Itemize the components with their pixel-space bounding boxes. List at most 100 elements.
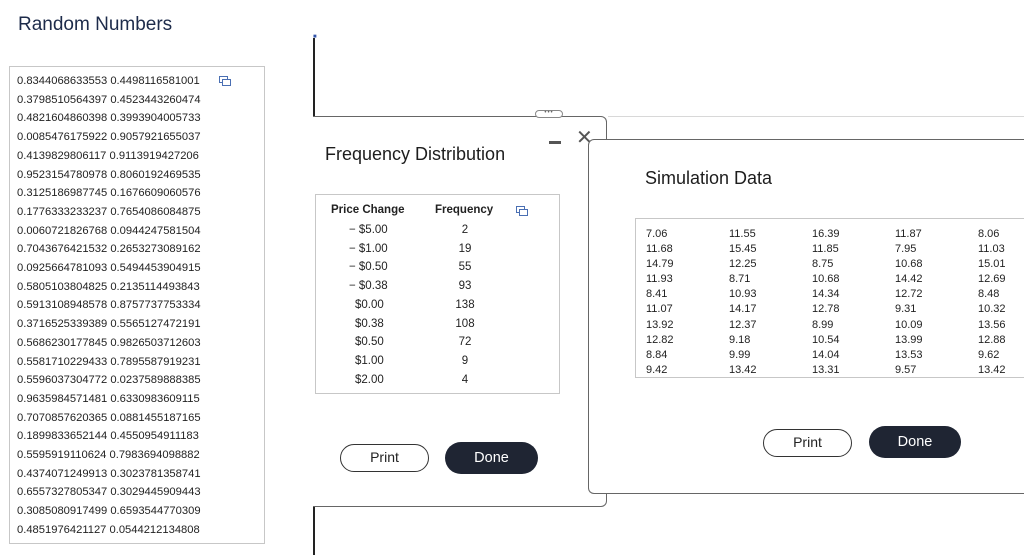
simulation-value: 11.87 (895, 228, 922, 240)
frequency-cell: 72 (458, 336, 472, 349)
frequency-cell: 9 (461, 354, 469, 367)
random-number-row: 0.5805103804825 0.2135114493843 (17, 280, 200, 293)
simulation-value: 14.42 (895, 273, 923, 286)
simulation-value: 14.17 (729, 303, 757, 316)
frequency-cell: 4 (461, 373, 469, 386)
simulation-value: 13.31 (812, 363, 840, 376)
random-number-row: 0.5581710229433 0.7895587919231 (17, 355, 201, 368)
simulation-value: 10.32 (978, 303, 1006, 316)
random-number-row: 0.0925664781093 0.5494453904915 (17, 262, 201, 274)
simulation-value: 7.06 (646, 228, 668, 240)
random-number-row: 0.3085080917499 0.6593544770309 (17, 505, 201, 518)
price-change-cell: $0.00 (355, 298, 384, 311)
print-button[interactable]: Print (763, 429, 852, 457)
simulation-column: 11.87 7.95 10.68 14.42 12.72 9.31 10.09 13.99 13… (895, 227, 923, 378)
simulation-value: 8.99 (812, 318, 834, 331)
simulation-value: 13.99 (895, 333, 923, 346)
simulation-value: 11.55 (729, 228, 756, 240)
simulation-value: 16.39 (812, 228, 840, 240)
random-number-row: 0.1776333233237 0.7654086084875 (17, 205, 201, 218)
simulation-value: 14.79 (646, 258, 674, 271)
random-number-row: 0.4374071249913 0.3023781358741 (17, 467, 201, 480)
random-number-row: 0.0085476175922 0.9057921655037 (17, 131, 201, 144)
copy-icon[interactable] (219, 76, 231, 86)
price-change-cell: − $5.00 (349, 224, 388, 236)
random-number-row: 0.4821604860398 0.3993904005733 (17, 112, 201, 125)
simulation-value: 13.56 (978, 318, 1006, 331)
copy-icon[interactable] (516, 206, 528, 216)
random-number-row: 0.0060721826768 0.0944247581504 (17, 224, 201, 237)
random-number-row: 0.5686230177845 0.9826503712603 (17, 336, 201, 349)
simulation-value: 15.01 (978, 258, 1006, 271)
simulation-value: 8.75 (812, 258, 834, 271)
simulation-value: 12.37 (729, 318, 757, 331)
simulation-value: 8.84 (646, 348, 668, 361)
price-change-cell: − $0.38 (349, 280, 388, 293)
random-number-row: 0.7070857620365 0.0881455187165 (17, 411, 201, 424)
frequency-window-title: Frequency Distribution (325, 144, 506, 164)
random-number-row: 0.5595919110624 0.7983694098882 (17, 449, 200, 461)
print-button[interactable]: Print (340, 444, 429, 472)
price-change-cell: $1.00 (355, 354, 384, 367)
random-number-row: 0.7043676421532 0.2653273089162 (17, 243, 201, 256)
simulation-value: 7.95 (895, 243, 917, 256)
frequency-cell: 93 (458, 280, 472, 293)
simulation-value: 9.62 (978, 348, 1000, 361)
simulation-column: 11.55 15.45 12.25 8.71 10.93 14.17 12.37 9.18 9.… (729, 227, 757, 378)
simulation-value: 14.04 (812, 348, 840, 361)
simulation-value: 9.31 (895, 303, 917, 316)
random-numbers-panel: 0.8344068633553 0.4498116581001 0.3798510… (9, 66, 265, 544)
simulation-value: 13.42 (729, 363, 757, 376)
simulation-value: 10.09 (895, 318, 923, 331)
simulation-value: 11.85 (812, 243, 839, 256)
random-number-row: 0.9635984571481 0.6330983609115 (17, 392, 200, 405)
minimize-icon[interactable] (549, 141, 561, 144)
simulation-value: 10.68 (895, 258, 923, 271)
simulation-value: 10.68 (812, 273, 840, 286)
price-change-cell: − $0.50 (349, 261, 388, 274)
simulation-value: 8.41 (646, 288, 668, 301)
simulation-value: 10.54 (812, 333, 840, 346)
simulation-value: 8.48 (978, 288, 1000, 301)
random-number-row: 0.3125186987745 0.1676609060576 (17, 187, 201, 200)
random-number-row: 0.6557327805347 0.3029445909443 (17, 486, 201, 499)
price-change-header: Price Change (331, 204, 405, 216)
simulation-value: 9.99 (729, 348, 751, 361)
simulation-value: 11.68 (646, 243, 673, 256)
divider-marker-icon: ■ (313, 34, 317, 40)
frequency-cell: 19 (458, 242, 472, 255)
simulation-value: 11.07 (646, 303, 673, 316)
simulation-value: 9.42 (646, 363, 668, 376)
simulation-value: 12.72 (895, 288, 923, 301)
faint-divider (608, 116, 1024, 117)
frequency-cell: 108 (455, 317, 475, 330)
price-change-cell: $2.00 (355, 373, 384, 386)
page-title: Random Numbers (18, 14, 173, 35)
frequency-cell: 138 (455, 298, 475, 311)
done-button[interactable]: Done (445, 442, 538, 474)
window-drag-handle[interactable]: ••• (535, 110, 563, 118)
random-number-row: 0.4851976421127 0.0544212134808 (17, 523, 200, 536)
simulation-value: 12.69 (978, 273, 1006, 286)
simulation-value: 13.53 (895, 348, 923, 361)
random-number-row: 0.3716525339389 0.5565127472191 (17, 318, 201, 331)
simulation-value: 12.82 (646, 333, 674, 346)
random-number-row: 0.1899833652144 0.4550954911183 (17, 430, 199, 443)
frequency-cell: 2 (461, 224, 469, 236)
simulation-value: 8.71 (729, 273, 751, 286)
simulation-value: 9.18 (729, 333, 751, 346)
random-number-row: 0.3798510564397 0.4523443260474 (17, 93, 201, 106)
price-change-cell: $0.50 (355, 336, 384, 349)
price-change-cell: − $1.00 (349, 242, 388, 255)
simulation-window-title: Simulation Data (645, 168, 773, 188)
simulation-value: 14.34 (812, 288, 840, 301)
simulation-value: 9.57 (895, 363, 917, 376)
simulation-value: 11.93 (646, 273, 673, 286)
simulation-value: 13.92 (646, 318, 674, 331)
simulation-value: 11.03 (978, 243, 1005, 256)
simulation-value: 13.42 (978, 363, 1006, 376)
simulation-column: 8.06 11.03 15.01 12.69 8.48 10.32 13.56 12.88 9.… (978, 227, 1006, 378)
random-number-row: 0.5596037304772 0.0237589888385 (17, 374, 201, 387)
random-number-row: 0.9523154780978 0.8060192469535 (17, 168, 201, 181)
done-button[interactable]: Done (869, 426, 961, 458)
